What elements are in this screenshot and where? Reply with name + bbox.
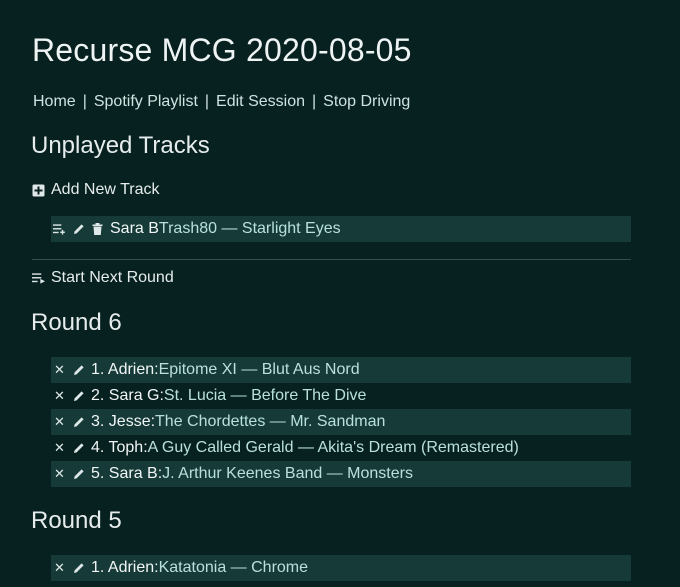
track-title: St. Lucia — Before The Dive (163, 387, 367, 404)
list-item: ✕ 4. Toph: A Guy Called Gerald — Akita's… (51, 435, 631, 461)
add-track-button[interactable]: Add New Track (32, 181, 159, 199)
track-title: J. Arthur Keenes Band — Monsters (162, 465, 413, 482)
close-icon[interactable]: ✕ (53, 388, 66, 403)
nav-edit-session-link[interactable]: Edit Session (216, 93, 305, 110)
playlist-add-icon[interactable] (53, 223, 66, 236)
close-icon[interactable]: ✕ (53, 466, 66, 481)
close-icon[interactable]: ✕ (53, 362, 66, 377)
round-track-list: ✕ 1. Adrien: Katatonia — Chrome (51, 555, 631, 581)
nav-separator: | (311, 93, 317, 110)
nav-stop-driving-link[interactable]: Stop Driving (323, 93, 410, 110)
list-item: Sara B Trash80 — Starlight Eyes (51, 216, 631, 242)
playlist-play-icon (32, 272, 45, 285)
nav-separator: | (204, 93, 210, 110)
track-submitter: 1. Adrien: (91, 361, 159, 378)
list-item: ✕ 2. Sara G: St. Lucia — Before The Dive (51, 383, 631, 409)
pencil-icon[interactable] (72, 468, 85, 481)
track-title: The Chordettes — Mr. Sandman (155, 413, 386, 430)
unplayed-track-list: Sara B Trash80 — Starlight Eyes (51, 216, 631, 242)
nav-separator: | (82, 93, 87, 110)
track-title: A Guy Called Gerald — Akita's Dream (Rem… (147, 439, 519, 456)
unplayed-heading: Unplayed Tracks (31, 132, 210, 159)
add-track-label: Add New Track (51, 181, 160, 198)
section-divider (32, 259, 631, 260)
track-title: Epitome XI — Blut Aus Nord (158, 361, 360, 378)
track-submitter: 2. Sara G: (91, 387, 164, 404)
close-icon[interactable]: ✕ (53, 560, 66, 575)
start-next-round-label: Start Next Round (51, 269, 174, 286)
pencil-icon[interactable] (72, 416, 85, 429)
track-submitter: 3. Jesse: (91, 413, 156, 430)
pencil-icon[interactable] (72, 390, 85, 403)
page-title: Recurse MCG 2020-08-05 (32, 32, 412, 68)
close-icon[interactable]: ✕ (53, 440, 66, 455)
pencil-icon[interactable] (72, 223, 85, 236)
list-item: ✕ 1. Adrien: Epitome XI — Blut Aus Nord (51, 357, 631, 383)
trash-icon[interactable] (91, 223, 104, 236)
track-title: Katatonia — Chrome (158, 559, 309, 576)
track-submitter: Sara B (110, 220, 159, 237)
nav-home-link[interactable]: Home (33, 93, 76, 110)
nav-spotify-playlist-link[interactable]: Spotify Playlist (94, 93, 198, 110)
plus-square-icon (32, 184, 45, 197)
nav-bar: Home | Spotify Playlist | Edit Session | Stop … (33, 93, 410, 111)
list-item: ✕ 3. Jesse: The Chordettes — Mr. Sandman (51, 409, 631, 435)
round-heading: Round 5 (31, 507, 122, 534)
track-submitter: 5. Sara B: (91, 465, 163, 482)
pencil-icon[interactable] (72, 364, 85, 377)
track-submitter: 4. Toph: (91, 439, 148, 456)
pencil-icon[interactable] (72, 562, 85, 575)
list-item: ✕ 1. Adrien: Katatonia — Chrome (51, 555, 631, 581)
start-next-round-button[interactable]: Start Next Round (32, 269, 174, 287)
track-title: Trash80 — Starlight Eyes (158, 220, 341, 237)
pencil-icon[interactable] (72, 442, 85, 455)
close-icon[interactable]: ✕ (53, 414, 66, 429)
round-track-list: ✕ 1. Adrien: Epitome XI — Blut Aus Nord … (51, 357, 631, 487)
page: Recurse MCG 2020-08-05 Home | Spotify Play… (0, 0, 680, 587)
list-item: ✕ 5. Sara B: J. Arthur Keenes Band — Mon… (51, 461, 631, 487)
round-heading: Round 6 (31, 309, 122, 336)
track-submitter: 1. Adrien: (91, 559, 159, 576)
